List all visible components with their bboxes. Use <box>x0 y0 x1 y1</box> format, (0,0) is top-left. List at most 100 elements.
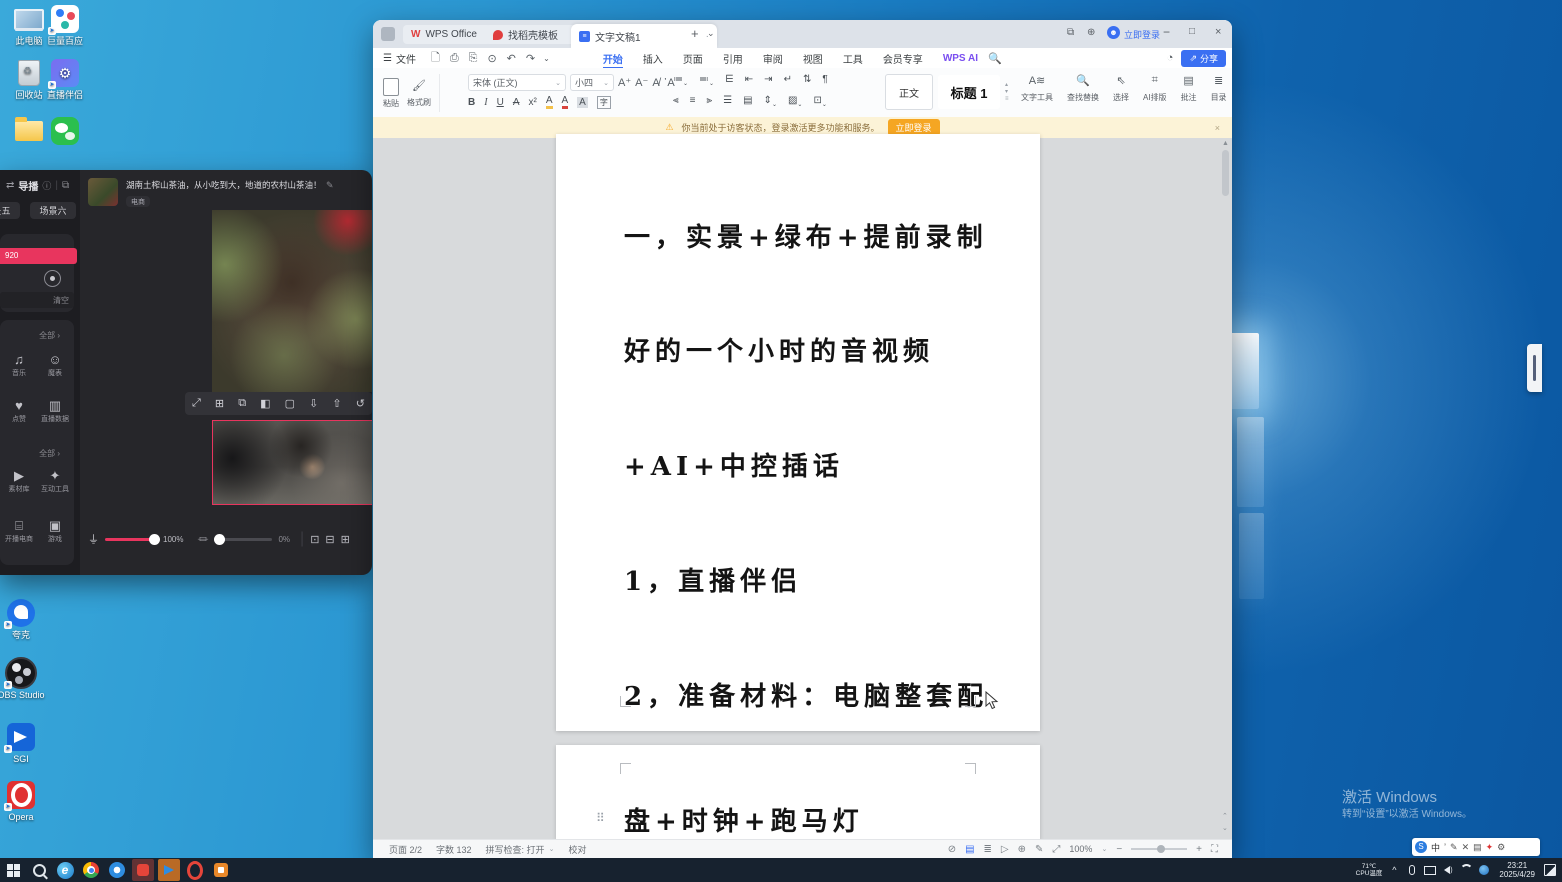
tab-insert[interactable]: 插入 <box>633 51 673 66</box>
taskbar-search-button[interactable] <box>26 858 52 882</box>
scroll-up-icon[interactable]: ▲ <box>1222 140 1229 147</box>
tab-view[interactable]: 视图 <box>793 51 833 66</box>
tab-home[interactable]: 开始 <box>593 51 633 66</box>
start-button[interactable] <box>0 858 26 882</box>
taskbar-edge[interactable]: e <box>52 858 78 882</box>
distribute-icon[interactable]: ▤ <box>743 95 752 108</box>
sort-icon[interactable]: ⇅ <box>803 74 811 87</box>
document-page-1[interactable]: 一，实景+绿布+提前录制 好的一个小时的音视频 +AI+中控插话 1，直播伴侣 … <box>556 134 1040 731</box>
group-select[interactable]: ⇖ 选择 <box>1113 74 1129 103</box>
font-name-select[interactable]: 宋体 (正文)⌄ <box>468 74 566 91</box>
add-source-icon[interactable]: ⊞ <box>341 533 350 546</box>
video-preview-main[interactable] <box>212 210 372 392</box>
shading-icon[interactable]: ▨⌄ <box>788 95 802 108</box>
style-heading1[interactable]: 标题 1 <box>938 75 1000 109</box>
desktop-icon-wechat[interactable] <box>32 116 98 148</box>
align-center-icon[interactable]: ≡ <box>690 95 696 108</box>
tool-music[interactable]: ♫ 音乐 <box>2 352 36 378</box>
maximize-button[interactable]: □ <box>1189 26 1195 37</box>
fit-page-icon[interactable]: ⤢ <box>1052 844 1060 855</box>
paragraph-handle-icon[interactable]: ⠿ <box>596 811 606 825</box>
ribbon-search-icon[interactable]: 🔍 <box>988 52 1002 65</box>
underline-button[interactable]: U <box>497 97 504 108</box>
screen-share-icon[interactable]: ⊟ <box>325 533 334 546</box>
decrease-font-icon[interactable]: A⁻ <box>635 76 648 89</box>
document-scrollbar[interactable]: ▲ ⌃ ⌄ <box>1221 140 1230 834</box>
desktop-icon-obs[interactable]: ➤ OBS Studio <box>0 658 54 700</box>
info-icon[interactable]: ⓘ <box>42 179 51 192</box>
zoom-value[interactable]: 100% <box>1069 844 1092 854</box>
clear-row[interactable]: 清空 <box>0 292 74 308</box>
redo-icon[interactable]: ↷ <box>521 52 540 65</box>
taskbar-app-running-red[interactable] <box>130 858 156 882</box>
tab-list-icon[interactable]: ⌄ <box>707 28 715 39</box>
style-normal[interactable]: 正文 <box>885 74 933 110</box>
ime-skin-icon[interactable]: ✦ <box>1486 842 1494 853</box>
assistant-icon[interactable]: ◔ <box>1167 52 1174 64</box>
show-marks-icon[interactable]: ¶ <box>822 74 827 87</box>
status-spellcheck[interactable]: 拼写检查: 打开 <box>486 843 545 856</box>
scene-item-active[interactable]: 920 <box>0 248 77 264</box>
taskbar-app-orange[interactable] <box>208 858 234 882</box>
outline-view-icon[interactable]: ≣ <box>984 844 992 855</box>
preview-icon[interactable]: ⊙ <box>482 52 501 65</box>
eye-protect-icon[interactable]: ⊕ <box>1018 844 1026 855</box>
settings-gear-icon[interactable]: ⊕ <box>1087 27 1095 38</box>
share-button[interactable]: ⇗ 分享 <box>1181 50 1226 67</box>
zoom-in-icon[interactable]: + <box>1196 844 1202 855</box>
tray-mic-icon[interactable] <box>1404 858 1420 882</box>
clear-format-icon[interactable]: A̸ <box>652 77 659 89</box>
notice-close-icon[interactable]: × <box>1215 123 1220 133</box>
align-left-icon[interactable]: ⫷ <box>673 95 679 108</box>
format-painter-button[interactable]: 🖌 格式刷 <box>407 79 431 108</box>
status-proofread[interactable]: 校对 <box>568 843 586 856</box>
fullscreen-icon[interactable]: ⛶ <box>1211 844 1218 855</box>
tab-docer[interactable]: 找稻壳模板 <box>485 25 581 44</box>
more-actions-icon[interactable]: ⌄ <box>540 54 553 63</box>
print-icon[interactable]: ⎘ <box>464 52 483 65</box>
speaker-volume-knob[interactable] <box>214 534 225 545</box>
move-up-icon[interactable]: ⇧ <box>332 397 341 410</box>
reset-icon[interactable]: ↺ <box>356 397 365 410</box>
tray-bluedot-icon[interactable] <box>1476 858 1492 882</box>
outline-icon[interactable]: ⋿ <box>725 74 734 87</box>
login-link[interactable]: 立即登录 <box>1124 28 1160 41</box>
char-border-button[interactable]: 字 <box>597 96 611 109</box>
sidebar-handle[interactable] <box>1527 344 1542 392</box>
desktop-icon-quark[interactable]: ➤ 夸克 <box>0 598 54 640</box>
tab-review[interactable]: 审阅 <box>753 51 793 66</box>
char-shading-button[interactable]: A <box>577 97 588 108</box>
tool-game[interactable]: ▣ 游戏 <box>38 518 72 544</box>
tool-interactive[interactable]: ✦ 互动工具 <box>38 468 72 494</box>
section-all-1[interactable]: 全部 › <box>39 330 60 341</box>
edit-title-icon[interactable]: ✎ <box>326 180 334 191</box>
duplicate-icon[interactable]: ⧉ <box>238 397 246 410</box>
mic-volume-knob[interactable] <box>149 534 160 545</box>
taskbar-app-opera[interactable] <box>182 858 208 882</box>
tool-sticker[interactable]: ☺ 魔表 <box>38 352 72 378</box>
ime-keyboard-icon[interactable]: ▤ <box>1473 842 1482 853</box>
next-page-icon[interactable]: ⌄ <box>1222 824 1228 832</box>
video-preview-camera[interactable] <box>212 420 372 505</box>
tool-like[interactable]: ♥ 点赞 <box>2 398 36 424</box>
mic-icon[interactable]: ⏚ <box>88 531 99 547</box>
align-right-icon[interactable]: ⫸ <box>706 95 712 108</box>
taskbar-chrome[interactable] <box>78 858 104 882</box>
prev-page-icon[interactable]: ⌃ <box>1222 812 1228 820</box>
font-color-button[interactable]: A <box>562 95 569 109</box>
record-button[interactable] <box>44 270 61 287</box>
subscript-button[interactable]: x² <box>528 97 536 108</box>
increase-font-icon[interactable]: A⁺ <box>618 76 631 89</box>
scene-tab-6[interactable]: 场景六 <box>30 202 76 219</box>
font-size-select[interactable]: 小四⌄ <box>570 74 614 91</box>
bold-button[interactable]: B <box>468 97 475 108</box>
number-list-icon[interactable]: ≕⌄ <box>699 74 714 87</box>
grid-icon[interactable]: ⊞ <box>215 397 224 410</box>
zoom-out-icon[interactable]: − <box>1116 844 1122 855</box>
switch-icon[interactable]: ⇄ <box>6 180 14 191</box>
tab-page[interactable]: 页面 <box>673 51 713 66</box>
ime-logo-icon[interactable]: S <box>1415 841 1427 853</box>
desktop-icon-live-companion[interactable]: ⚙ ➤ 直播伴侣 <box>32 58 98 100</box>
zoom-slider[interactable] <box>1131 848 1187 850</box>
new-tab-icon[interactable]: + <box>691 26 699 41</box>
